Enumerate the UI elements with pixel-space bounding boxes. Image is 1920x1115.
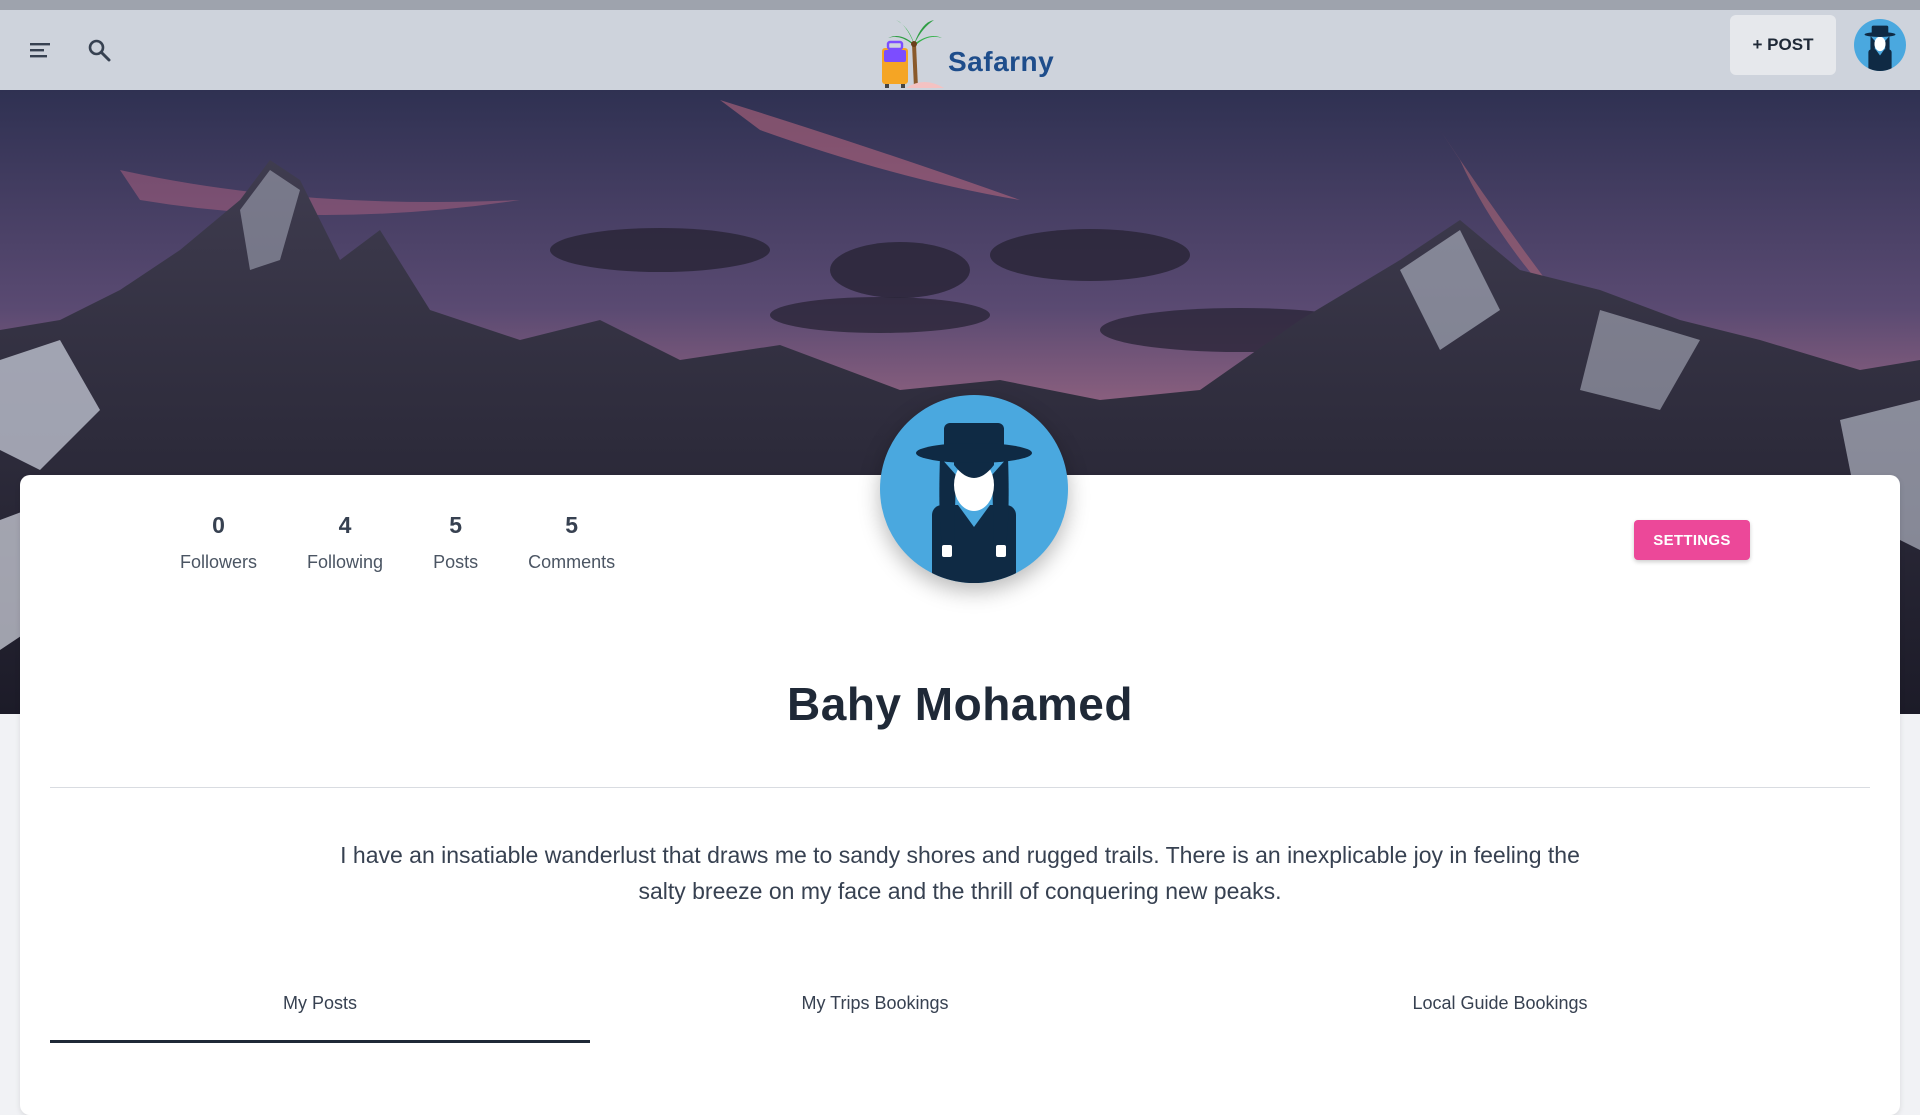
user-avatar[interactable] — [1854, 19, 1906, 71]
stat-value: 5 — [449, 512, 462, 538]
profile-avatar — [880, 395, 1068, 583]
stat-posts[interactable]: 5 Posts — [433, 512, 478, 573]
settings-button[interactable]: SETTINGS — [1634, 520, 1750, 560]
stat-label: Following — [307, 552, 384, 572]
divider — [50, 787, 1870, 788]
stat-label: Followers — [180, 552, 258, 572]
top-strip — [0, 0, 1920, 10]
avatar-icon — [1864, 25, 1896, 71]
stat-value: 5 — [565, 512, 579, 538]
avatar-icon — [916, 423, 1032, 583]
navbar: Safarny + POST — [0, 10, 1920, 90]
menu-icon[interactable] — [24, 33, 58, 67]
stat-comments[interactable]: 5 Comments — [528, 512, 615, 573]
stat-followers[interactable]: 0 Followers — [180, 512, 257, 573]
stat-value: 4 — [338, 512, 352, 538]
tab-local-guide-bookings[interactable]: Local Guide Bookings — [1220, 993, 1780, 1043]
profile-tabs: My Posts My Trips Bookings Local Guide B… — [50, 993, 1870, 1045]
stat-label: Comments — [528, 552, 616, 572]
search-icon[interactable] — [82, 33, 116, 67]
brand-logo-link[interactable]: Safarny — [876, 12, 1054, 88]
tab-my-trips-bookings[interactable]: My Trips Bookings — [610, 993, 1140, 1043]
profile-bio: I have an insatiable wanderlust that dra… — [340, 842, 1580, 904]
tab-my-posts[interactable]: My Posts — [50, 993, 590, 1043]
profile-name: Bahy Mohamed — [787, 678, 1133, 730]
stat-following[interactable]: 4 Following — [307, 512, 383, 573]
brand-name: Safarny — [948, 46, 1055, 77]
profile-stats: 0 Followers 4 Following 5 Posts 5 Commen… — [180, 512, 665, 573]
stat-label: Posts — [433, 552, 479, 572]
new-post-button[interactable]: + POST — [1730, 15, 1836, 75]
stat-value: 0 — [212, 512, 225, 538]
logo-icon — [882, 20, 944, 88]
